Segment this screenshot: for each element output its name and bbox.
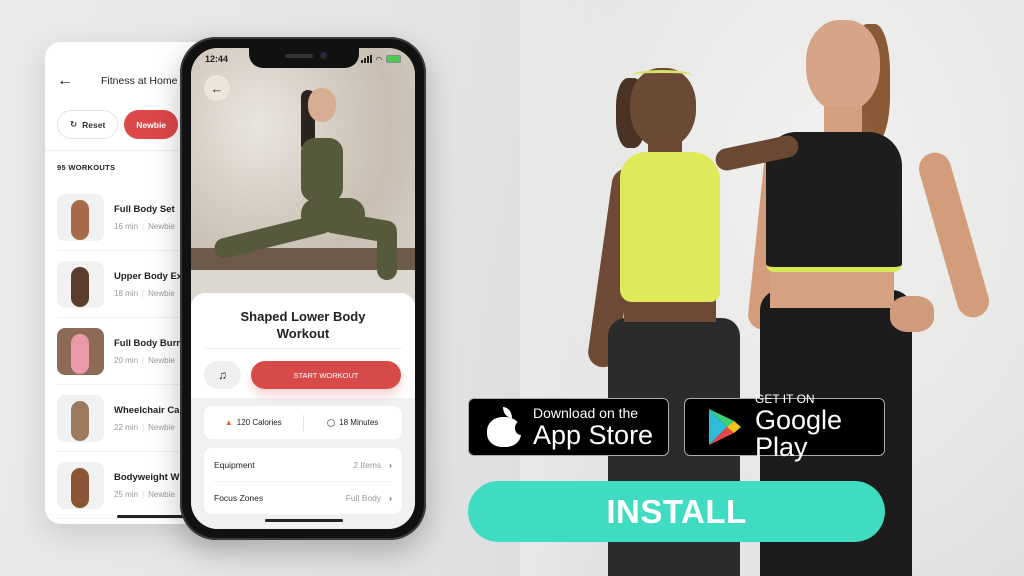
install-button[interactable]: INSTALL: [468, 481, 885, 542]
workout-detail-screen: 12:44 ◠ ← Shaped Lower Body Workout ♫ ST…: [191, 48, 415, 529]
workout-thumbnail: [57, 327, 104, 375]
reset-filter-chip[interactable]: ↻ Reset: [57, 110, 119, 139]
workout-stats: ▲ 120 Calories 18 Minutes: [204, 406, 402, 439]
workout-title: Shaped Lower Body Workout: [240, 309, 366, 341]
chevron-right-icon: ›: [389, 493, 392, 503]
google-play-logo-icon: [707, 407, 743, 447]
flame-icon: ▲: [224, 418, 233, 427]
apple-logo-icon: [487, 407, 527, 447]
workout-sheet: Shaped Lower Body Workout ♫ START WORKOU…: [191, 293, 415, 529]
chevron-right-icon: ›: [389, 459, 392, 470]
focus-zones-row[interactable]: Focus Zones Full Body ›: [214, 481, 392, 514]
refresh-icon: ↻: [70, 119, 78, 129]
duration-value: 18 Minutes: [339, 418, 379, 427]
workout-thumbnail: [57, 394, 104, 442]
newbie-filter-chip[interactable]: Newbie: [124, 110, 179, 139]
start-workout-button[interactable]: START WORKOUT: [251, 361, 401, 389]
phone-mockup: 12:44 ◠ ← Shaped Lower Body Workout ♫ ST…: [180, 37, 426, 540]
workout-thumbnail: [57, 461, 104, 509]
workout-thumbnail: [57, 260, 104, 308]
workout-info-list: Equipment 2 Items › Focus Zones Full Body…: [204, 448, 402, 514]
wifi-icon: ◠: [375, 54, 382, 64]
battery-charging-icon: [386, 55, 401, 63]
cellular-signal-icon: [360, 55, 372, 63]
stopwatch-icon: [327, 418, 336, 427]
back-arrow-icon[interactable]: ←: [57, 72, 73, 90]
app-store-badge[interactable]: Download on the App Store: [468, 398, 669, 456]
home-indicator: [265, 519, 343, 522]
workout-count: 95 WORKOUTS: [57, 163, 116, 172]
music-note-icon: ♫: [218, 368, 227, 382]
workout-thumbnail: [57, 193, 104, 241]
back-button[interactable]: ←: [204, 75, 230, 101]
google-play-badge[interactable]: GET IT ON Google Play: [684, 393, 885, 461]
arrow-left-icon: ←: [210, 80, 224, 96]
music-button[interactable]: ♫: [204, 361, 241, 389]
equipment-row[interactable]: Equipment 2 Items ›: [214, 448, 392, 481]
screen-title: Fitness at Home: [101, 75, 178, 87]
status-time: 12:44: [205, 54, 229, 64]
calories-value: 120 Calories: [236, 418, 282, 427]
status-bar: 12:44 ◠: [205, 54, 401, 64]
